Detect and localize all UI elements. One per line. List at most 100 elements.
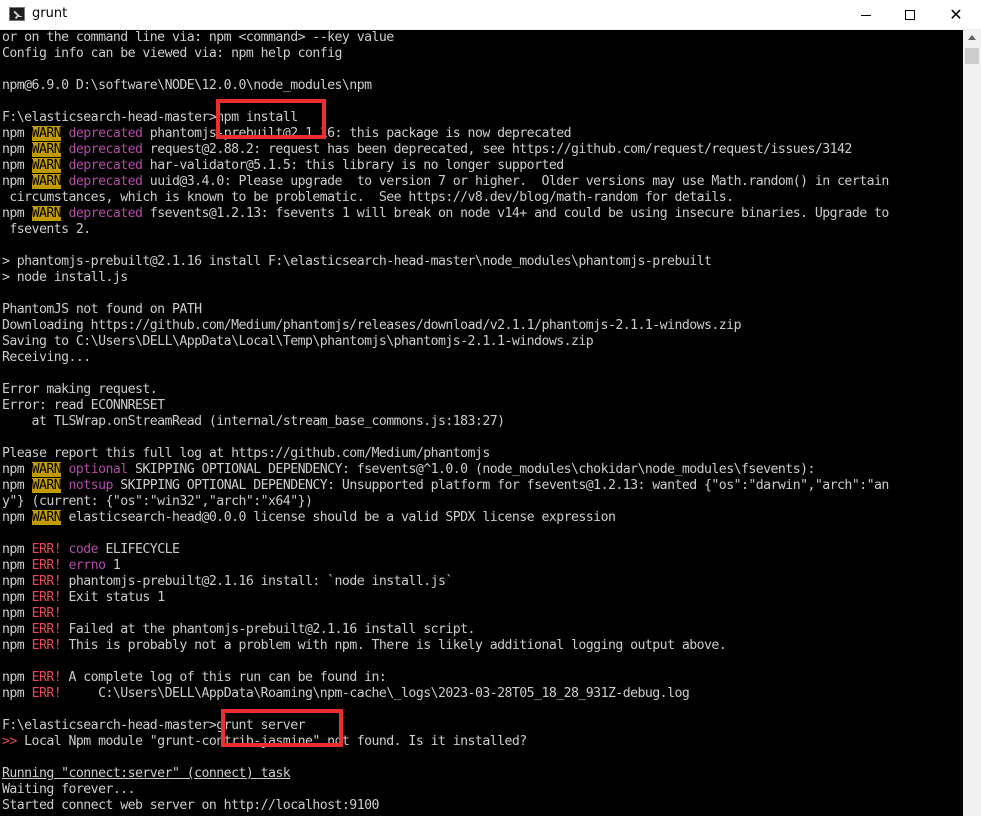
console-text-segment: deprecated	[68, 206, 143, 221]
console-text-segment: Please report this full log at https://g…	[2, 446, 490, 461]
minimize-icon	[861, 14, 871, 16]
console-line: Running "connect:server" (connect) task	[2, 766, 889, 782]
title-bar[interactable]: grunt ✕	[0, 0, 981, 30]
console-line: Error: read ECONNRESET	[2, 398, 889, 414]
console-line: npm ERR! code ELIFECYCLE	[2, 542, 889, 558]
console-text-segment: ERR!	[31, 670, 62, 685]
console-line: npm WARN elasticsearch-head@0.0.0 licens…	[2, 510, 889, 526]
console-text-segment: WARN	[31, 142, 62, 157]
console-text-segment: phantomjs-prebuilt@2.1.16: this package …	[142, 126, 572, 141]
close-button[interactable]: ✕	[933, 0, 979, 30]
console-text-segment: deprecated	[68, 174, 143, 189]
console-text-segment	[61, 206, 68, 221]
console-text-segment: npm	[2, 478, 32, 493]
console-text-segment: ERR!	[31, 622, 62, 637]
console-text-segment: deprecated	[68, 126, 143, 141]
console-line: Config info can be viewed via: npm help …	[2, 46, 889, 62]
minimize-button[interactable]	[843, 0, 889, 30]
console-lines: or on the command line via: npm <command…	[2, 30, 889, 814]
console-text-segment: Error making request.	[2, 382, 158, 397]
maximize-button[interactable]	[887, 0, 933, 30]
console-text-segment: optional	[68, 462, 129, 477]
console-text-segment: npm	[2, 158, 32, 173]
console-text-segment	[61, 558, 68, 573]
console-text-segment: npm	[2, 686, 32, 701]
console-line: Please report this full log at https://g…	[2, 446, 889, 462]
console-text-segment: WARN	[31, 158, 62, 173]
console-text-segment: Downloading https://github.com/Medium/ph…	[2, 318, 742, 333]
console-text-segment: npm	[2, 638, 32, 653]
console-text-segment: npm	[2, 590, 32, 605]
console-text-segment	[61, 158, 68, 173]
console-line: npm ERR! A complete log of this run can …	[2, 670, 889, 686]
console-text-segment: Receiving...	[2, 350, 91, 365]
console-text-segment: npm	[2, 670, 32, 685]
console-line: Downloading https://github.com/Medium/ph…	[2, 318, 889, 334]
console-line: npm WARN optional SKIPPING OPTIONAL DEPE…	[2, 462, 889, 478]
console-text-segment: npm	[2, 174, 32, 189]
console-text-segment: request@2.88.2: request has been depreca…	[142, 142, 853, 157]
console-text-segment: > phantomjs-prebuilt@2.1.16 install F:\e…	[2, 254, 712, 269]
console-text-segment: code	[68, 542, 99, 557]
console-text-segment: WARN	[31, 174, 62, 189]
console-text-segment: 1	[105, 558, 121, 573]
console-line: > node install.js	[2, 270, 889, 286]
vertical-scrollbar[interactable]	[963, 30, 981, 816]
console-text-segment: ERR!	[31, 686, 62, 701]
console-text-segment: WARN	[31, 462, 62, 477]
console-line: PhantomJS not found on PATH	[2, 302, 889, 318]
console-text-segment: WARN	[31, 126, 62, 141]
console-line: circumstances, which is known to be prob…	[2, 190, 889, 206]
console-text-segment: SKIPPING OPTIONAL DEPENDENCY: Unsupporte…	[112, 478, 889, 493]
console-text-segment: fsevents@1.2.13: fsevents 1 will break o…	[142, 206, 890, 221]
console-text-segment: Local Npm module "grunt-contrib-jasmine"…	[16, 734, 527, 749]
console-text-segment: ELIFECYCLE	[98, 542, 180, 557]
window-title: grunt	[32, 6, 68, 21]
scroll-thumb[interactable]	[965, 48, 979, 64]
console-text-segment: Waiting forever...	[2, 782, 136, 797]
console-text-segment: F:\elasticsearch-head-master>npm install	[2, 110, 298, 125]
console-text-segment: ERR!	[31, 638, 62, 653]
console-line: at TLSWrap.onStreamRead (internal/stream…	[2, 414, 889, 430]
console-text-segment	[61, 542, 68, 557]
console-line: npm WARN deprecated uuid@3.4.0: Please u…	[2, 174, 889, 190]
console-line: npm WARN deprecated phantomjs-prebuilt@2…	[2, 126, 889, 142]
console-text-segment: deprecated	[68, 142, 143, 157]
console-text-segment: npm	[2, 462, 32, 477]
scroll-up-icon[interactable]	[968, 35, 976, 40]
console-line: npm@6.9.0 D:\software\NODE\12.0.0\node_m…	[2, 78, 889, 94]
console-line: fsevents 2.	[2, 222, 889, 238]
console-line: Started connect web server on http://loc…	[2, 798, 889, 814]
maximize-icon	[905, 10, 915, 20]
console-text-segment	[61, 174, 68, 189]
console-text-segment: npm	[2, 206, 32, 221]
console-text-segment	[61, 142, 68, 157]
console-line: npm WARN notsup SKIPPING OPTIONAL DEPEND…	[2, 478, 889, 494]
console-text-segment	[61, 126, 68, 141]
console-text-segment: npm	[2, 542, 32, 557]
console-text-segment: npm	[2, 558, 32, 573]
console-line: F:\elasticsearch-head-master>npm install	[2, 110, 889, 126]
console-text-segment: SKIPPING OPTIONAL DEPENDENCY: fsevents@^…	[127, 462, 815, 477]
console-text-segment: errno	[68, 558, 107, 573]
console-text-segment: npm@6.9.0 D:\software\NODE\12.0.0\node_m…	[2, 78, 372, 93]
console-text-segment: uuid@3.4.0: Please upgrade to version 7 …	[142, 174, 890, 189]
console-line: npm ERR! This is probably not a problem …	[2, 638, 889, 654]
console-text-segment: Running "connect:server" (connect) task	[2, 766, 291, 781]
console-text-segment: WARN	[31, 478, 62, 493]
close-icon: ✕	[949, 5, 963, 24]
console-text-segment: npm	[2, 126, 32, 141]
console-text-segment: ERR!	[31, 542, 62, 557]
console-text-segment: npm	[2, 574, 32, 589]
console-line: Saving to C:\Users\DELL\AppData\Local\Te…	[2, 334, 889, 350]
console-text-segment: y"} (current: {"os":"win32","arch":"x64"…	[2, 494, 313, 509]
console-text-segment: ERR!	[31, 590, 62, 605]
console-line: npm ERR! phantomjs-prebuilt@2.1.16 insta…	[2, 574, 889, 590]
console-text-segment: WARN	[31, 206, 62, 221]
console-text-segment: phantomjs-prebuilt@2.1.16 install: `node…	[61, 574, 454, 589]
console-text-segment: Saving to C:\Users\DELL\AppData\Local\Te…	[2, 334, 594, 349]
console-output[interactable]: or on the command line via: npm <command…	[0, 30, 963, 816]
